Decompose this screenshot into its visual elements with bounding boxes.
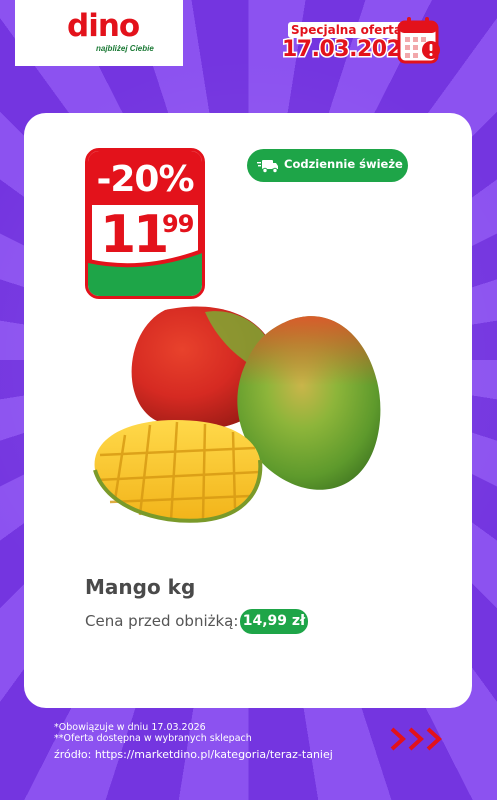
availability-note: **Oferta dostępna w wybranych sklepach (54, 733, 252, 744)
validity-note: *Obowiązuje w dniu 17.03.2026 (54, 722, 206, 733)
delivery-truck-icon (257, 160, 278, 174)
mango-product-image (93, 306, 381, 523)
fresh-daily-label: Codziennie świeże (284, 157, 403, 171)
source-link[interactable]: źródło: https://marketdino.pl/kategoria/… (54, 748, 333, 761)
logo-tagline: najbliżej Ciebie (96, 44, 154, 53)
triple-chevron-right-icon[interactable] (389, 726, 447, 752)
price-tag: -20% 11 99 (85, 148, 205, 299)
calendar-alert-icon (397, 17, 440, 64)
old-price-label: Cena przed obniżką: (85, 612, 239, 630)
fresh-daily-badge: Codziennie świeże (247, 149, 408, 182)
old-price-badge: 14,99 zł (240, 609, 308, 634)
price-tag-wave (88, 249, 202, 296)
discount-label: -20% (96, 159, 194, 200)
logo-brand-text: dino (67, 8, 140, 44)
product-name: Mango kg (85, 575, 196, 599)
special-offer-label: Specjalna oferta (288, 22, 405, 38)
dino-logo[interactable]: dino najbliżej Ciebie (15, 0, 183, 66)
price-decimal: 99 (162, 210, 194, 238)
